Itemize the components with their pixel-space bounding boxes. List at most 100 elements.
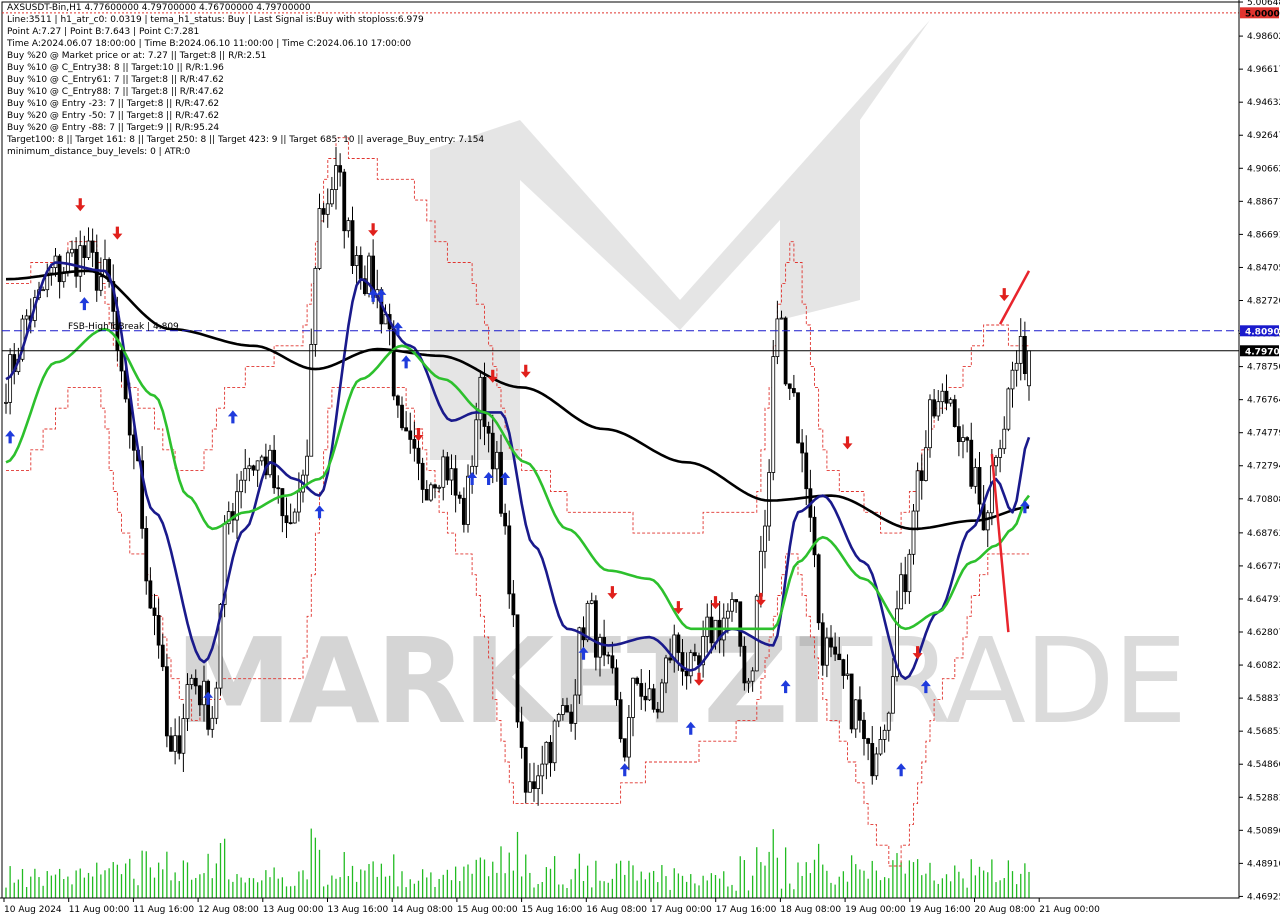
candle-body bbox=[428, 484, 433, 501]
candle-body bbox=[676, 634, 681, 653]
candle bbox=[659, 678, 664, 713]
price-badge-text-top: 5.00000 bbox=[1245, 9, 1280, 19]
candle-body bbox=[445, 456, 450, 481]
candle-body bbox=[103, 259, 107, 278]
candle-body bbox=[395, 395, 400, 406]
candle-body bbox=[928, 399, 932, 449]
candle bbox=[754, 594, 759, 672]
candle-body bbox=[214, 687, 219, 719]
x-axis-tick-label: 19 Aug 16:00 bbox=[910, 905, 971, 915]
candle-body bbox=[956, 426, 961, 443]
candle-body bbox=[614, 667, 619, 701]
candle-body bbox=[626, 717, 631, 758]
x-axis-tick-label: 21 Aug 00:00 bbox=[1039, 905, 1100, 915]
candle-body bbox=[841, 659, 846, 676]
x-axis-tick-label: 17 Aug 16:00 bbox=[716, 905, 777, 915]
x-axis-tick-label: 15 Aug 00:00 bbox=[457, 905, 518, 915]
y-axis-tick-label: 4.82720 bbox=[1247, 297, 1280, 307]
candle-body bbox=[152, 607, 157, 616]
candle-body bbox=[482, 376, 487, 427]
candle-body bbox=[1027, 350, 1031, 387]
candle-body bbox=[977, 467, 982, 505]
candle-body bbox=[688, 652, 693, 677]
y-axis-tick-label: 4.78750 bbox=[1247, 363, 1280, 373]
candle-body bbox=[57, 255, 62, 283]
candle-body bbox=[961, 437, 965, 443]
candle bbox=[577, 626, 582, 704]
candle-body bbox=[503, 512, 508, 527]
candle-body bbox=[932, 399, 937, 417]
candle-body bbox=[499, 451, 503, 514]
candle-body bbox=[325, 203, 330, 215]
candle-body bbox=[899, 574, 904, 610]
candle-body bbox=[796, 392, 800, 444]
candle-body bbox=[746, 680, 751, 684]
candle-body bbox=[890, 676, 895, 714]
y-axis-tick-label: 4.72794 bbox=[1247, 462, 1280, 472]
candle-body bbox=[635, 677, 640, 684]
candle-body bbox=[754, 595, 759, 672]
candle-body bbox=[494, 451, 499, 470]
candle-body bbox=[292, 511, 297, 524]
x-axis-tick-label: 13 Aug 00:00 bbox=[263, 905, 324, 915]
candle-body bbox=[272, 449, 277, 489]
candle-body bbox=[849, 673, 854, 730]
candle-body bbox=[857, 699, 862, 721]
candle-body bbox=[255, 460, 260, 471]
candle-body bbox=[523, 747, 528, 793]
y-axis-tick-label: 4.88677 bbox=[1247, 197, 1280, 207]
info-line-entry88: Buy %10 @ C_Entry88: 7 || Target:8 || R/… bbox=[7, 87, 224, 97]
candle-body bbox=[156, 615, 161, 646]
info-line-entry-88: Buy %20 @ Entry -88: 7 || Target:9 || R/… bbox=[7, 123, 220, 133]
candle-body bbox=[870, 743, 875, 777]
candle-body bbox=[173, 735, 178, 752]
x-axis-tick-label: 15 Aug 16:00 bbox=[522, 905, 583, 915]
candle-body bbox=[193, 677, 198, 687]
candle-body bbox=[424, 489, 429, 501]
candle-body bbox=[1018, 335, 1023, 364]
candle-body bbox=[829, 637, 833, 648]
candle-body bbox=[940, 390, 945, 403]
candle-body bbox=[189, 677, 194, 685]
candle-body bbox=[441, 456, 446, 488]
candle-body bbox=[70, 248, 74, 254]
candle-body bbox=[655, 708, 660, 713]
y-axis-tick-label: 4.58837 bbox=[1247, 694, 1280, 704]
x-axis-tick-label: 10 Aug 2024 bbox=[4, 905, 62, 915]
candle-body bbox=[936, 401, 941, 417]
candle-body bbox=[684, 670, 689, 677]
info-line-symbol: AXSUSDT-Bin,H1 4.77600000 4.79700000 4.7… bbox=[7, 3, 311, 13]
candle-body bbox=[305, 455, 310, 476]
candle-body bbox=[210, 717, 215, 730]
candle-body bbox=[651, 688, 656, 710]
candle-body bbox=[511, 593, 516, 616]
candle-body bbox=[433, 484, 437, 489]
candle-body bbox=[412, 439, 417, 449]
candle bbox=[164, 654, 169, 748]
y-axis-tick-label: 4.76764 bbox=[1247, 396, 1280, 406]
candle-body bbox=[866, 738, 871, 744]
x-axis-tick-label: 17 Aug 00:00 bbox=[651, 905, 712, 915]
candle-body bbox=[457, 494, 462, 499]
y-axis-tick-label: 4.64793 bbox=[1247, 595, 1280, 605]
info-panel: AXSUSDT-Bin,H1 4.77600000 4.79700000 4.7… bbox=[7, 2, 484, 158]
candle-body bbox=[239, 479, 244, 493]
candle-body bbox=[391, 328, 396, 397]
candle-body bbox=[618, 699, 623, 740]
candle bbox=[367, 252, 371, 298]
y-axis-tick-label: 4.84705 bbox=[1247, 263, 1280, 273]
candle-body bbox=[820, 622, 825, 666]
candle-body bbox=[519, 721, 524, 748]
x-axis-tick-label: 13 Aug 16:00 bbox=[328, 905, 389, 915]
info-line-buy-market: Buy %20 @ Market price or at: 7.27 || Ta… bbox=[7, 51, 267, 61]
candle-body bbox=[197, 685, 202, 706]
candle-body bbox=[408, 430, 413, 440]
candle-body bbox=[420, 462, 425, 490]
candle-body bbox=[536, 775, 541, 789]
candle-body bbox=[309, 344, 314, 457]
candle-body bbox=[919, 470, 924, 481]
candle-body bbox=[461, 497, 466, 525]
candle-body bbox=[338, 165, 343, 173]
candle-body bbox=[169, 735, 173, 752]
candle-body bbox=[713, 619, 718, 644]
